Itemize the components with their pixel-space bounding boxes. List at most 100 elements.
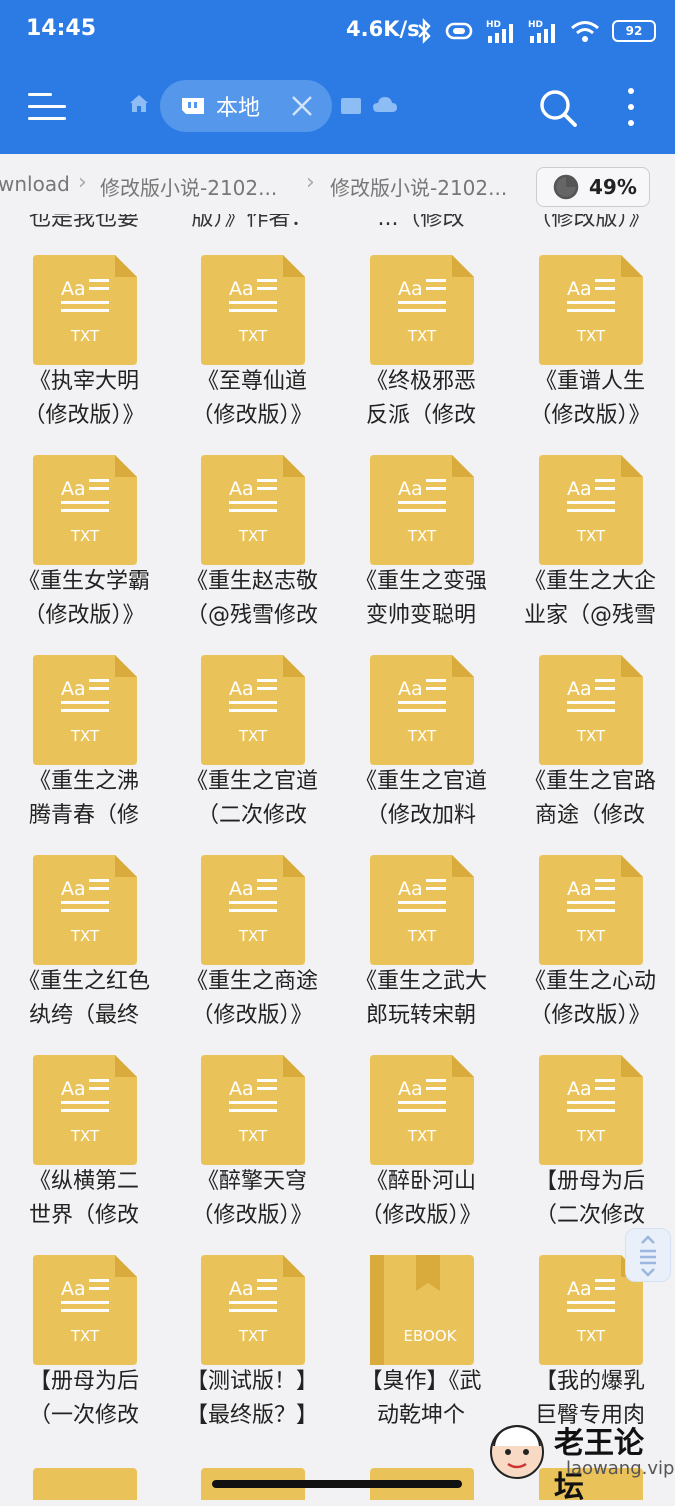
file-tile[interactable]: Aa TXT 《执宰大明 （修改版）》	[0, 214, 168, 428]
breadcrumb-item[interactable]: 修改版小说-2102...	[330, 172, 507, 201]
file-name: 【测试版！】 【最终版？】	[168, 1365, 336, 1433]
file-tile[interactable]: Aa TXT 《重生之沸 腾青春（修	[0, 614, 168, 828]
file-icon-glyph: Aa	[567, 878, 592, 900]
file-icon-glyph: Aa	[567, 1278, 592, 1300]
file-tile[interactable]: Aa TXT 《重生之官道 （二次修改	[168, 614, 336, 828]
file-tile[interactable]: Aa TXT 《重谱人生 （修改版）》	[506, 214, 674, 428]
pie-chart-icon	[553, 174, 579, 200]
file-icon-glyph: Aa	[398, 678, 423, 700]
txt-file-icon: Aa TXT	[33, 255, 137, 365]
file-name-line: 《重谱人生	[534, 369, 645, 394]
folder-icon[interactable]	[340, 96, 362, 116]
battery-level: 92	[625, 24, 643, 38]
storage-usage-button[interactable]: 49%	[536, 167, 650, 207]
file-tile[interactable]: Aa TXT 《醉擎天穹 （修改版）》	[168, 1014, 336, 1228]
txt-file-icon: Aa TXT	[539, 455, 643, 565]
file-tile[interactable]: Aa TXT 《重生之商途 （修改版）》	[168, 814, 336, 1028]
file-type-label: TXT	[70, 527, 100, 545]
file-name-line: 《重生赵志敬	[185, 569, 318, 594]
file-tile[interactable]: Aa TXT 【册母为后 （二次修改	[506, 1014, 674, 1228]
breadcrumb-item[interactable]: 修改版小说-2102...	[100, 172, 277, 201]
file-icon-glyph: Aa	[229, 878, 254, 900]
file-icon-glyph: Aa	[229, 1278, 254, 1300]
file-tile[interactable]: Aa TXT 《重生之变强 变帅变聪明	[337, 414, 505, 628]
file-tile[interactable]: Aa TXT 《重生之官路 商途（修改	[506, 614, 674, 828]
file-icon-glyph: Aa	[229, 278, 254, 300]
file-icon-glyph: Aa	[229, 1078, 254, 1100]
file-type-label: TXT	[238, 927, 268, 945]
file-tile[interactable]: EBOOK 【臭作】《武 动乾坤个	[337, 1214, 505, 1428]
file-name: 【册母为后 （一次修改	[0, 1365, 168, 1433]
file-type-label: TXT	[407, 327, 437, 345]
tab-local[interactable]: 本地	[160, 80, 332, 132]
file-tile[interactable]: Aa TXT 《重生之武大 郎玩转宋朝	[337, 814, 505, 1028]
file-name-line: 《重生之武大	[354, 969, 487, 994]
file-type-label: TXT	[407, 527, 437, 545]
mascot-logo	[490, 1424, 544, 1479]
scroll-handle-icon	[640, 1235, 656, 1277]
file-name-line: 《重生之红色	[17, 969, 150, 994]
file-icon-glyph: Aa	[398, 478, 423, 500]
file-name: 【臭作】《武 动乾坤个	[337, 1365, 505, 1433]
file-name-line: 《终极邪恶	[365, 369, 476, 394]
file-tile[interactable]: Aa TXT 《至尊仙道 （修改版）》	[168, 214, 336, 428]
file-tile[interactable]: Aa TXT 《重生赵志敬 （@残雪修改	[168, 414, 336, 628]
file-type-label: EBOOK	[404, 1327, 458, 1345]
more-vertical-icon[interactable]	[624, 86, 638, 130]
file-tile[interactable]: Aa TXT 《重生之官道 （修改加料	[337, 614, 505, 828]
file-tile[interactable]: Aa TXT 《纵横第二 世界（修改	[0, 1014, 168, 1228]
txt-file-icon: Aa TXT	[370, 655, 474, 765]
signal-hd-icon: HD	[528, 20, 555, 43]
search-icon[interactable]	[538, 88, 578, 128]
file-type-label: TXT	[238, 727, 268, 745]
txt-file-icon: Aa TXT	[370, 1055, 474, 1165]
breadcrumb-item[interactable]: wnload	[0, 172, 70, 196]
file-icon-glyph: Aa	[398, 1078, 423, 1100]
top-toolbar: 本地	[0, 62, 675, 154]
file-tile[interactable]: Aa TXT 《重生女学霸 （修改版）》	[0, 414, 168, 628]
file-tile[interactable]: Aa TXT 《终极邪恶 反派（修改	[337, 214, 505, 428]
txt-file-icon: Aa TXT	[33, 1055, 137, 1165]
file-name-line: 【册母为后	[534, 1169, 645, 1194]
file-icon-glyph: Aa	[229, 678, 254, 700]
file-name-line: 《重生之官道	[185, 769, 318, 794]
file-type-label: TXT	[407, 927, 437, 945]
file-tile[interactable]: Aa TXT 【册母为后 （一次修改	[0, 1214, 168, 1428]
chevron-right-icon: ›	[78, 170, 87, 195]
home-icon[interactable]	[128, 92, 150, 114]
txt-file-icon: Aa TXT	[370, 855, 474, 965]
file-grid: 也是我也要 版）》作者： ...（修改 （修改版）》 Aa TXT 《执宰大明 （修改…	[0, 214, 675, 1500]
network-speed: 4.6K/s	[346, 17, 420, 41]
file-icon-glyph: Aa	[398, 278, 423, 300]
file-tile[interactable]: Aa TXT 《醉卧河山 （修改版）》	[337, 1014, 505, 1228]
close-icon[interactable]	[288, 92, 316, 120]
file-tile[interactable]: Aa TXT 《重生之大企 业家（@残雪	[506, 414, 674, 628]
file-name-line: 《醉擎天穹	[196, 1169, 307, 1194]
file-name-line: 【测试版！】	[185, 1369, 318, 1394]
fast-scroll-handle[interactable]	[625, 1228, 671, 1282]
file-tile[interactable]: Aa TXT 《重生之心动 （修改版）》	[506, 814, 674, 1028]
file-icon-glyph: Aa	[229, 478, 254, 500]
file-icon-glyph: Aa	[567, 678, 592, 700]
ebook-file-icon: EBOOK	[370, 1255, 474, 1365]
txt-file-icon: Aa TXT	[539, 855, 643, 965]
file-type-label: TXT	[70, 1127, 100, 1145]
chevron-right-icon: ›	[306, 170, 315, 195]
txt-file-icon: Aa TXT	[201, 455, 305, 565]
txt-file-icon: Aa TXT	[370, 455, 474, 565]
file-name-line: 【册母为后	[28, 1369, 139, 1394]
file-type-label: TXT	[70, 727, 100, 745]
file-icon-glyph: Aa	[398, 878, 423, 900]
vibrate-icon	[445, 22, 473, 40]
file-name-line: 《执宰大明	[28, 369, 139, 394]
file-type-label: TXT	[70, 327, 100, 345]
hamburger-menu-icon[interactable]	[28, 90, 66, 124]
file-type-label: TXT	[407, 1127, 437, 1145]
gesture-home-bar[interactable]	[212, 1480, 462, 1488]
cloud-icon[interactable]	[372, 95, 398, 115]
file-tile[interactable]: Aa TXT 《重生之红色 纨绔（最终	[0, 814, 168, 1028]
txt-file-icon: Aa TXT	[539, 655, 643, 765]
file-tile[interactable]: Aa TXT 【测试版！】 【最终版？】	[168, 1214, 336, 1428]
clock: 14:45	[26, 16, 97, 41]
txt-file-icon: Aa TXT	[539, 1055, 643, 1165]
